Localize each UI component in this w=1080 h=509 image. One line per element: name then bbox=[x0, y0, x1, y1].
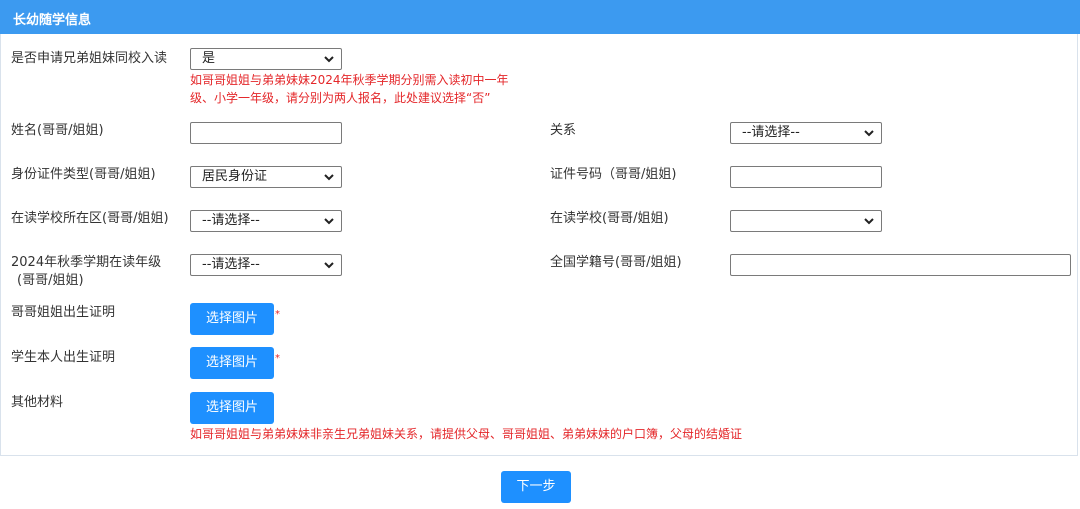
grade-value: --请选择-- bbox=[202, 257, 260, 272]
chevron-down-icon bbox=[324, 218, 334, 225]
id-number-label: 证件号码（哥哥/姐姐) bbox=[550, 167, 677, 182]
relation-select[interactable]: --请选择-- bbox=[730, 122, 882, 144]
grade-label-line2: (哥哥/姐姐) bbox=[17, 273, 84, 288]
school-district-select[interactable]: --请选择-- bbox=[190, 210, 342, 232]
school-select[interactable] bbox=[730, 210, 882, 232]
same-school-hint-line1: 如哥哥姐姐与弟弟妹妹2024年秋季学期分别需入读初中一年 bbox=[190, 73, 509, 87]
school-district-label: 在读学校所在区(哥哥/姐姐) bbox=[11, 211, 169, 226]
chevron-down-icon bbox=[324, 174, 334, 181]
sibling-birth-cert-label: 哥哥姐姐出生证明 bbox=[11, 305, 116, 320]
other-materials-upload-button[interactable]: 选择图片 bbox=[190, 392, 274, 424]
self-birth-cert-upload-button[interactable]: 选择图片 bbox=[190, 347, 274, 379]
chevron-down-icon bbox=[324, 56, 334, 63]
id-type-select[interactable]: 居民身份证 bbox=[190, 166, 342, 188]
same-school-label: 是否申请兄弟姐妹同校入读 bbox=[11, 51, 168, 66]
school-district-value: --请选择-- bbox=[202, 213, 260, 228]
chevron-down-icon bbox=[324, 262, 334, 269]
grade-select[interactable]: --请选择-- bbox=[190, 254, 342, 276]
student-id-input[interactable] bbox=[730, 254, 1071, 276]
id-type-label: 身份证件类型(哥哥/姐姐) bbox=[11, 167, 156, 182]
sibling-name-input[interactable] bbox=[190, 122, 342, 144]
section-header: 长幼随学信息 bbox=[0, 0, 1080, 34]
required-mark: * bbox=[275, 309, 280, 320]
required-mark: * bbox=[275, 353, 280, 364]
same-school-value: 是 bbox=[202, 51, 216, 66]
next-step-button[interactable]: 下一步 bbox=[501, 471, 571, 503]
other-materials-label: 其他材料 bbox=[11, 395, 64, 410]
sibling-name-label: 姓名(哥哥/姐姐) bbox=[11, 123, 104, 138]
same-school-hint-line2: 级、小学一年级，请分别为两人报名，此处建议选择“否” bbox=[190, 91, 491, 105]
other-materials-hint: 如哥哥姐姐与弟弟妹妹非亲生兄弟姐妹关系，请提供父母、哥哥姐姐、弟弟妹妹的户口簿，… bbox=[190, 427, 743, 441]
chevron-down-icon bbox=[864, 218, 874, 225]
self-birth-cert-label: 学生本人出生证明 bbox=[11, 350, 116, 365]
relation-label: 关系 bbox=[550, 123, 577, 138]
grade-label-line1: 2024年秋季学期在读年级 bbox=[11, 255, 162, 270]
section-title: 长幼随学信息 bbox=[13, 13, 92, 28]
id-number-input[interactable] bbox=[730, 166, 882, 188]
school-label: 在读学校(哥哥/姐姐) bbox=[550, 211, 669, 226]
same-school-select[interactable]: 是 bbox=[190, 48, 342, 70]
relation-value: --请选择-- bbox=[742, 125, 800, 140]
student-id-label: 全国学籍号(哥哥/姐姐) bbox=[550, 255, 682, 270]
id-type-value: 居民身份证 bbox=[202, 169, 268, 184]
form-panel bbox=[0, 0, 1078, 456]
chevron-down-icon bbox=[864, 130, 874, 137]
sibling-birth-cert-upload-button[interactable]: 选择图片 bbox=[190, 303, 274, 335]
